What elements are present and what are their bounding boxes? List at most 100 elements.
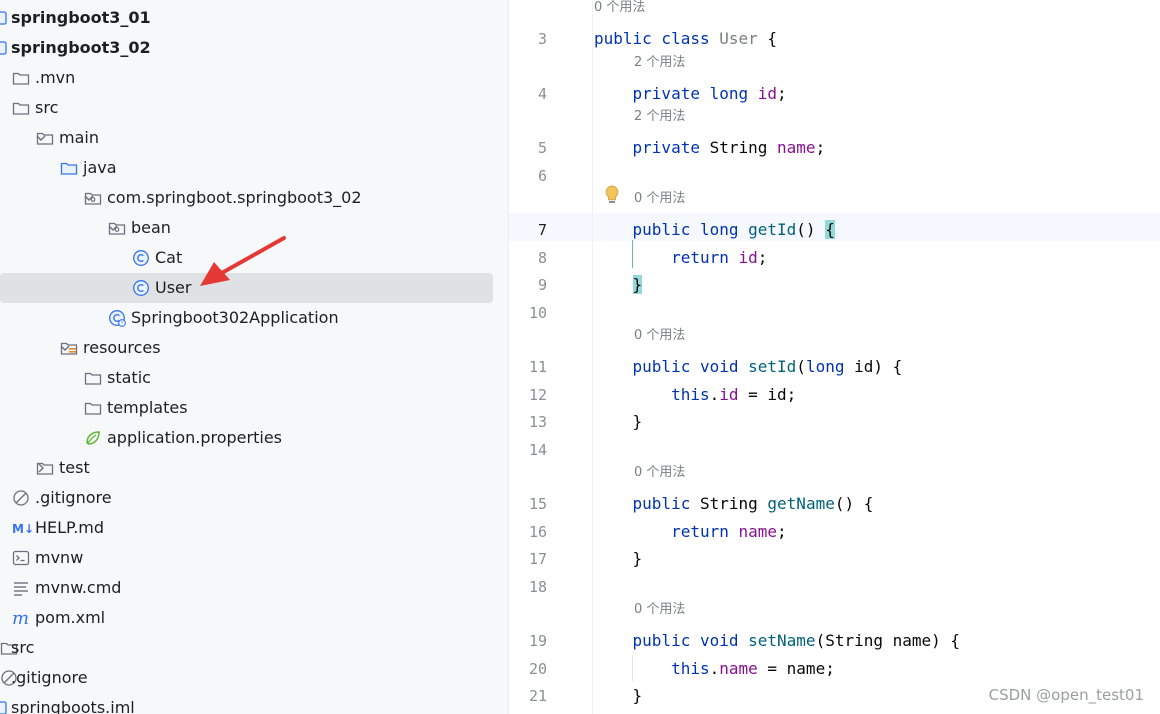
line-number: 8 bbox=[537, 248, 547, 267]
code-line[interactable]: private String name; bbox=[594, 138, 826, 158]
tree-item-label: src bbox=[11, 638, 35, 657]
annotation-arrow-icon bbox=[200, 236, 286, 286]
tree-item-label: java bbox=[83, 158, 117, 177]
line-number: 14 bbox=[528, 440, 547, 459]
code-line[interactable]: this.name = name; bbox=[594, 659, 835, 679]
watermark: CSDN @open_test01 bbox=[988, 686, 1144, 704]
line-number: 16 bbox=[528, 522, 547, 541]
tree-item-label: .mvn bbox=[35, 68, 76, 87]
code-line[interactable]: public class User { bbox=[594, 29, 777, 49]
line-number: 17 bbox=[528, 550, 547, 568]
tree-item-label: Springboot302Application bbox=[131, 308, 339, 327]
usage-hint[interactable]: 0 个用法 bbox=[634, 190, 685, 208]
code-line[interactable]: private long id; bbox=[594, 84, 787, 104]
usage-hint[interactable]: 2 个用法 bbox=[634, 108, 685, 126]
tree-item[interactable]: main bbox=[0, 123, 500, 153]
svg-text:m: m bbox=[12, 609, 29, 627]
tree-item[interactable]: springboots.iml bbox=[0, 693, 500, 714]
usage-hint[interactable]: 0 个用法 bbox=[634, 464, 685, 482]
tree-item[interactable]: M↓ HELP.md bbox=[0, 513, 500, 543]
line-number: 19 bbox=[528, 632, 547, 650]
code-line[interactable]: } bbox=[594, 275, 643, 295]
indent-guide bbox=[632, 240, 633, 268]
folder-icon bbox=[12, 69, 30, 87]
tree-item[interactable]: springboot3_02 bbox=[0, 33, 500, 63]
folder-icon bbox=[36, 129, 54, 147]
tree-item[interactable]: Springboot302Application bbox=[0, 303, 500, 333]
tree-item-label: src bbox=[35, 98, 59, 117]
tree-item[interactable]: resources bbox=[0, 333, 500, 363]
folder-icon bbox=[84, 399, 102, 417]
tree-item[interactable]: mvnw bbox=[0, 543, 500, 573]
tree-item[interactable]: springboot3_01 bbox=[0, 3, 500, 33]
tree-item[interactable]: test bbox=[0, 453, 500, 483]
usage-hint[interactable]: 2 个用法 bbox=[634, 54, 685, 72]
code-line[interactable]: public long getId() { bbox=[594, 220, 835, 240]
ignore-file-icon bbox=[12, 489, 30, 507]
tree-item-label: bean bbox=[131, 218, 171, 237]
tree-item-label: HELP.md bbox=[35, 518, 105, 537]
line-number: 20 bbox=[528, 659, 547, 678]
code-line[interactable]: this.id = id; bbox=[594, 385, 796, 405]
line-number: 4 bbox=[537, 84, 547, 103]
code-line[interactable]: public void setId(long id) { bbox=[594, 357, 903, 377]
tree-item[interactable]: src bbox=[0, 633, 500, 663]
tree-item-label: main bbox=[59, 128, 99, 147]
lightbulb-icon[interactable] bbox=[604, 184, 620, 206]
tree-item-label: Cat bbox=[155, 248, 183, 267]
package-icon bbox=[84, 189, 102, 207]
class-icon bbox=[132, 279, 150, 297]
line-number: 6 bbox=[537, 166, 547, 185]
tree-item-label: application.properties bbox=[107, 428, 282, 447]
tree-item-label: mvnw bbox=[35, 548, 84, 567]
code-line[interactable]: public String getName() { bbox=[594, 494, 874, 514]
code-line[interactable]: return id; bbox=[594, 248, 767, 268]
folder-icon bbox=[12, 99, 30, 117]
usage-hint[interactable]: 0 个用法 bbox=[594, 0, 645, 17]
line-number: 5 bbox=[537, 139, 547, 157]
tree-item[interactable]: .gitignore bbox=[0, 663, 500, 693]
code-line[interactable]: return name; bbox=[594, 522, 787, 542]
tree-item-label: resources bbox=[83, 338, 161, 357]
tree-item-label: springboot3_02 bbox=[11, 38, 151, 57]
tree-item[interactable]: static bbox=[0, 363, 500, 393]
tree-item[interactable]: com.springboot.springboot3_02 bbox=[0, 183, 500, 213]
tree-item[interactable]: .gitignore bbox=[0, 483, 500, 513]
tree-item[interactable]: .mvn bbox=[0, 63, 500, 93]
line-number: 13 bbox=[528, 413, 547, 431]
line-number: 18 bbox=[528, 577, 547, 596]
tree-item[interactable]: application.properties bbox=[0, 423, 500, 453]
code-line[interactable]: public void setName(String name) { bbox=[594, 631, 961, 651]
code-line[interactable]: } bbox=[594, 549, 643, 569]
code-line[interactable]: } bbox=[594, 412, 643, 432]
terminal-file-icon bbox=[12, 549, 30, 567]
line-number: 10 bbox=[528, 303, 547, 322]
spring-properties-icon bbox=[84, 429, 102, 447]
tree-item-label: springboot3_01 bbox=[11, 8, 151, 27]
tree-item[interactable]: templates bbox=[0, 393, 500, 423]
gutter-divider bbox=[592, 0, 593, 714]
line-number: 7 bbox=[537, 221, 547, 239]
tree-item[interactable]: java bbox=[0, 153, 500, 183]
folder-icon bbox=[84, 369, 102, 387]
tree-item[interactable]: src bbox=[0, 93, 500, 123]
tree-item[interactable]: mvnw.cmd bbox=[0, 573, 500, 603]
usage-hint[interactable]: 0 个用法 bbox=[634, 601, 685, 619]
tree-item[interactable]: m pom.xml bbox=[0, 603, 500, 633]
line-number: 3 bbox=[537, 30, 547, 48]
markdown-icon: M↓ bbox=[12, 519, 34, 537]
tree-item-label: .gitignore bbox=[11, 668, 88, 687]
code-line[interactable]: } bbox=[594, 686, 643, 706]
folder-icon bbox=[36, 459, 54, 477]
line-number: 21 bbox=[528, 687, 547, 705]
line-number: 12 bbox=[528, 385, 547, 404]
usage-hint[interactable]: 0 个用法 bbox=[634, 327, 685, 345]
class-icon bbox=[132, 249, 150, 267]
tree-item-label: springboots.iml bbox=[11, 698, 135, 714]
project-tree: springboot3_01 springboot3_02 .mvn src main j… bbox=[0, 0, 508, 714]
maven-icon: m bbox=[12, 609, 30, 627]
tree-item-label: templates bbox=[107, 398, 188, 417]
line-number: 11 bbox=[528, 358, 547, 376]
line-number: 15 bbox=[528, 495, 547, 513]
tree-item-label: static bbox=[107, 368, 151, 387]
